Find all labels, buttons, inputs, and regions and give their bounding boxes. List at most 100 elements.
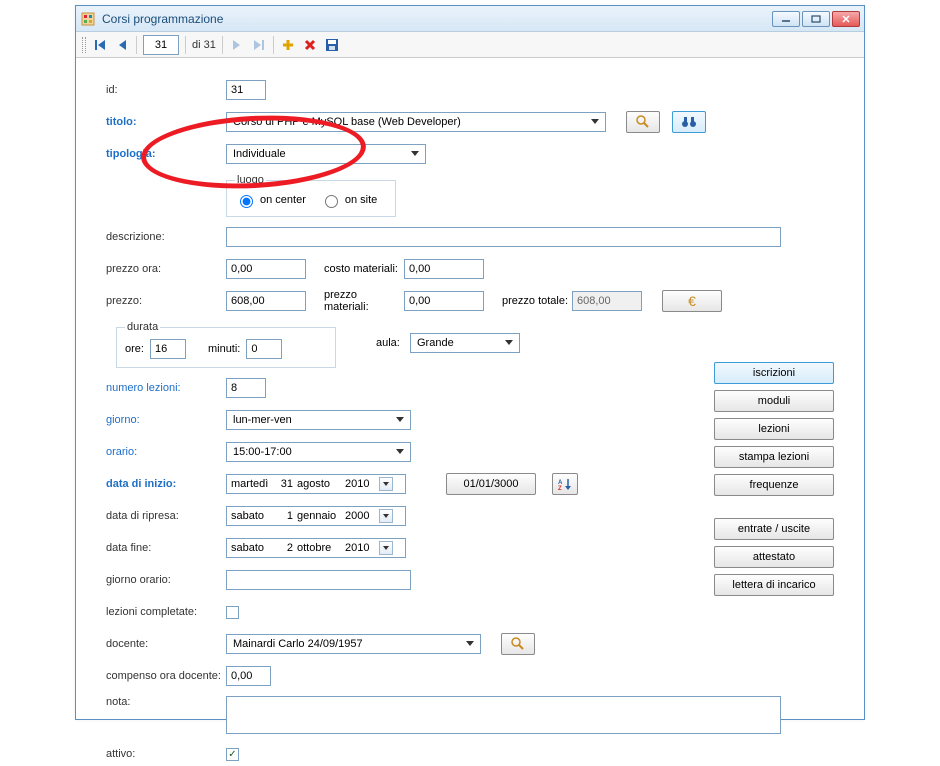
add-record-button[interactable] xyxy=(280,37,296,53)
binoculars-icon xyxy=(681,115,697,129)
maximize-button[interactable] xyxy=(802,11,830,27)
app-icon xyxy=(80,11,96,27)
sort-az-icon: A Z xyxy=(558,477,572,491)
record-index-input[interactable] xyxy=(143,35,179,55)
lezioni-completate-checkbox[interactable] xyxy=(226,606,239,619)
frequenze-button[interactable]: frequenze xyxy=(714,474,834,496)
attivo-label: attivo: xyxy=(106,748,226,760)
window-title: Corsi programmazione xyxy=(102,12,772,26)
euro-icon: € xyxy=(688,293,696,309)
minimize-button[interactable] xyxy=(772,11,800,27)
svg-text:Z: Z xyxy=(558,486,562,491)
aula-label: aula: xyxy=(376,337,410,349)
titlebar: Corsi programmazione xyxy=(76,6,864,32)
nav-last-button[interactable] xyxy=(251,37,267,53)
docente-value: Mainardi Carlo 24/09/1957 xyxy=(231,638,462,650)
tipologia-combo[interactable]: Individuale xyxy=(226,144,426,164)
tipologia-value: Individuale xyxy=(231,148,407,160)
magnifier-icon xyxy=(510,636,526,652)
lettera-incarico-button[interactable]: lettera di incarico xyxy=(714,574,834,596)
record-navigator-toolbar: di 31 xyxy=(76,32,864,58)
search-docente-button[interactable] xyxy=(501,633,535,655)
lezioni-completate-label: lezioni completate: xyxy=(106,606,226,618)
iscrizioni-button[interactable]: iscrizioni xyxy=(714,362,834,384)
data-fine-picker[interactable]: sabato 2 ottobre 2010 xyxy=(226,538,406,558)
main-window: Corsi programmazione di 31 xyxy=(75,5,865,720)
stampa-lezioni-button[interactable]: stampa lezioni xyxy=(714,446,834,468)
nota-label: nota: xyxy=(106,696,226,708)
calendar-icon xyxy=(379,541,393,555)
nav-next-button[interactable] xyxy=(229,37,245,53)
calendar-icon xyxy=(379,477,393,491)
chevron-down-icon xyxy=(462,636,478,652)
numero-lezioni-label: numero lezioni: xyxy=(106,382,226,394)
data-fine-label: data fine: xyxy=(106,542,226,554)
id-field[interactable] xyxy=(226,80,266,100)
chevron-down-icon xyxy=(587,114,603,130)
giorno-combo[interactable]: lun-mer-ven xyxy=(226,410,411,430)
search-titolo-button[interactable] xyxy=(626,111,660,133)
lezioni-button[interactable]: lezioni xyxy=(714,418,834,440)
titolo-value: Corso di PHP e MySQL base (Web Developer… xyxy=(231,116,587,128)
durata-legend: durata xyxy=(125,321,160,333)
prezzo-materiali-label: prezzo materiali: xyxy=(324,289,404,313)
prezzo-field[interactable] xyxy=(226,291,306,311)
attivo-checkbox[interactable]: ✓ xyxy=(226,748,239,761)
chevron-down-icon xyxy=(501,335,517,351)
prezzo-totale-field xyxy=(572,291,642,311)
record-total-label: di 31 xyxy=(192,39,216,51)
data-inizio-picker[interactable]: martedì 31 agosto 2010 xyxy=(226,474,406,494)
luogo-on-site-radio[interactable]: on site xyxy=(320,192,377,208)
giorno-value: lun-mer-ven xyxy=(231,414,392,426)
delete-record-button[interactable] xyxy=(302,37,318,53)
compenso-label: compenso ora docente: xyxy=(106,670,226,682)
chevron-down-icon xyxy=(392,444,408,460)
moduli-button[interactable]: moduli xyxy=(714,390,834,412)
tipologia-label: tipologia: xyxy=(106,148,226,160)
docente-label: docente: xyxy=(106,638,226,650)
close-button[interactable] xyxy=(832,11,860,27)
entrate-uscite-button[interactable]: entrate / uscite xyxy=(714,518,834,540)
prezzo-label: prezzo: xyxy=(106,295,226,307)
chevron-down-icon xyxy=(407,146,423,162)
sort-button[interactable]: A Z xyxy=(552,473,578,495)
data-inizio-label: data di inizio: xyxy=(106,478,226,490)
magnifier-icon xyxy=(635,114,651,130)
nav-first-button[interactable] xyxy=(92,37,108,53)
prezzo-materiali-field[interactable] xyxy=(404,291,484,311)
descrizione-field[interactable] xyxy=(226,227,781,247)
aula-value: Grande xyxy=(415,337,501,349)
prezzo-ora-label: prezzo ora: xyxy=(106,263,226,275)
form-area: id: titolo: Corso di PHP e MySQL base (W… xyxy=(76,58,864,719)
id-label: id: xyxy=(106,84,226,96)
aula-combo[interactable]: Grande xyxy=(410,333,520,353)
orario-value: 15:00-17:00 xyxy=(231,446,392,458)
minuti-field[interactable] xyxy=(246,339,282,359)
luogo-legend: luogo xyxy=(235,174,266,186)
durata-fieldset: durata ore: minuti: xyxy=(116,321,336,368)
titolo-label: titolo: xyxy=(106,116,226,128)
ore-label: ore: xyxy=(125,343,144,355)
giorno-orario-field[interactable] xyxy=(226,570,411,590)
costo-materiali-field[interactable] xyxy=(404,259,484,279)
save-record-button[interactable] xyxy=(324,37,340,53)
reset-date-button[interactable]: 01/01/3000 xyxy=(446,473,536,495)
luogo-on-center-radio[interactable]: on center xyxy=(235,192,306,208)
compenso-field[interactable] xyxy=(226,666,271,686)
prezzo-ora-field[interactable] xyxy=(226,259,306,279)
calendar-icon xyxy=(379,509,393,523)
nota-field[interactable] xyxy=(226,696,781,734)
descrizione-label: descrizione: xyxy=(106,231,226,243)
binoculars-button[interactable] xyxy=(672,111,706,133)
numero-lezioni-field[interactable] xyxy=(226,378,266,398)
chevron-down-icon xyxy=(392,412,408,428)
docente-combo[interactable]: Mainardi Carlo 24/09/1957 xyxy=(226,634,481,654)
titolo-combo[interactable]: Corso di PHP e MySQL base (Web Developer… xyxy=(226,112,606,132)
data-ripresa-picker[interactable]: sabato 1 gennaio 2000 xyxy=(226,506,406,526)
euro-button[interactable]: € xyxy=(662,290,722,312)
nav-prev-button[interactable] xyxy=(114,37,130,53)
side-button-column: iscrizioni moduli lezioni stampa lezioni… xyxy=(714,362,834,596)
orario-combo[interactable]: 15:00-17:00 xyxy=(226,442,411,462)
ore-field[interactable] xyxy=(150,339,186,359)
attestato-button[interactable]: attestato xyxy=(714,546,834,568)
